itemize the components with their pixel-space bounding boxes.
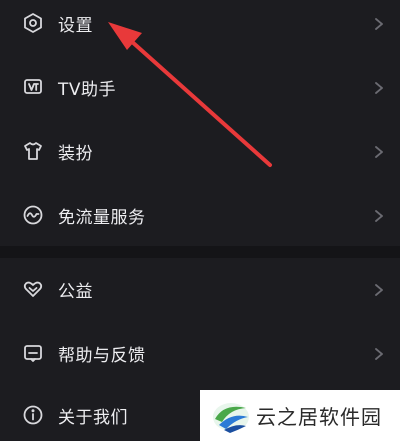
feedback-icon <box>22 342 44 364</box>
tshirt-icon <box>22 140 44 162</box>
menu-item-label: TV助手 <box>58 79 117 100</box>
menu-item-label: 设置 <box>58 15 93 36</box>
tv-icon <box>22 76 44 98</box>
gear-hexagon-icon <box>22 12 44 34</box>
menu-item-label: 关于我们 <box>58 407 128 428</box>
section-divider <box>0 246 400 258</box>
traffic-wave-icon <box>22 204 44 226</box>
watermark-logo-icon <box>213 403 249 433</box>
menu-item-settings[interactable]: 设置 <box>0 0 400 52</box>
menu-item-label: 免流量服务 <box>58 207 146 228</box>
chevron-right-icon <box>374 16 384 30</box>
chevron-right-icon <box>374 208 384 222</box>
menu-item-help-feedback[interactable]: 帮助与反馈 <box>0 324 400 382</box>
chevron-right-icon <box>374 282 384 296</box>
info-icon <box>22 404 44 426</box>
menu-item-dress-up[interactable]: 装扮 <box>0 122 400 180</box>
menu-item-label: 帮助与反馈 <box>58 345 146 366</box>
chevron-right-icon <box>374 144 384 158</box>
menu-item-free-data-service[interactable]: 免流量服务 <box>0 186 400 244</box>
menu-item-tv-assistant[interactable]: TV助手 <box>0 58 400 116</box>
menu-item-label: 装扮 <box>58 143 93 164</box>
chevron-right-icon <box>374 80 384 94</box>
watermark-text: 云之居软件园 <box>256 405 382 429</box>
heart-icon <box>22 278 44 300</box>
menu-item-charity[interactable]: 公益 <box>0 260 400 318</box>
watermark: 云之居软件园 <box>200 390 400 441</box>
chevron-right-icon <box>374 346 384 360</box>
menu-screen: 设置 TV助手 装扮 免流量服务 公益 帮助与反馈 关于我们 云之居软件园 <box>0 0 400 441</box>
menu-group-primary: 设置 TV助手 装扮 免流量服务 <box>0 0 400 246</box>
menu-item-label: 公益 <box>58 281 93 302</box>
